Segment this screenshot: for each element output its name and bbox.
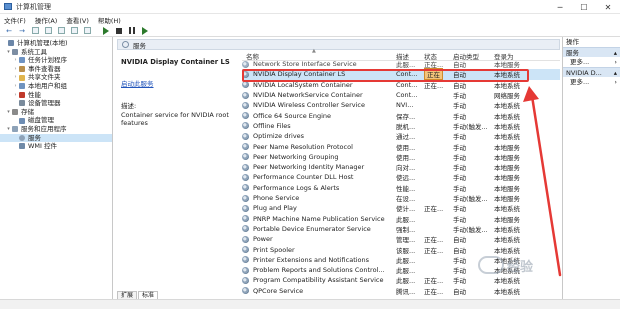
tab-extended[interactable]: 扩展 (117, 291, 138, 299)
collapse-icon: ▴ (613, 49, 617, 57)
collapse-icon: ▴ (613, 69, 617, 77)
actions-more-services[interactable]: 更多... › (563, 57, 620, 67)
section-label: NVIDIA D... (566, 69, 602, 77)
actions-more-selected-service[interactable]: 更多... › (563, 77, 620, 87)
section-label: 服务 (566, 49, 579, 57)
more-actions-label: 更多... (570, 78, 590, 86)
more-actions-label: 更多... (570, 58, 590, 66)
status-bar (0, 299, 620, 309)
watermark: 经验 (478, 254, 560, 276)
submenu-arrow-icon: › (614, 58, 617, 66)
red-arrow-shaft (530, 94, 562, 277)
actions-section-selected-service[interactable]: NVIDIA D... ▴ (563, 67, 620, 77)
tab-standard[interactable]: 标准 (138, 291, 159, 299)
actions-pane: 操作 服务 ▴ 更多... › NVIDIA D... ▴ 更多... › (562, 37, 620, 299)
baidu-paw-logo (478, 256, 504, 274)
submenu-arrow-icon: › (614, 78, 617, 86)
view-tabs: 扩展 标准 (117, 290, 560, 299)
watermark-text: 经验 (507, 259, 534, 275)
red-arrow-head (523, 86, 539, 102)
actions-title: 操作 (563, 37, 620, 47)
actions-section-services[interactable]: 服务 ▴ (563, 47, 620, 57)
